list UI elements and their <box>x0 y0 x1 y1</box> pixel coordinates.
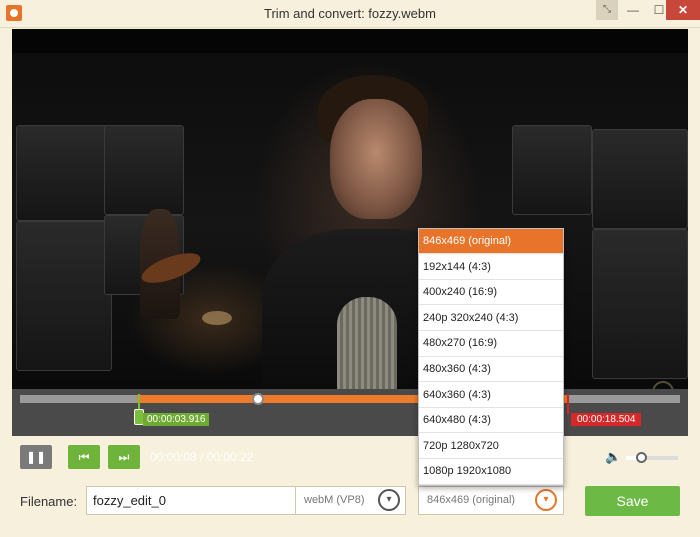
resolution-option[interactable]: 640x360 (4:3) <box>419 383 563 408</box>
amp-cabinet <box>16 221 112 371</box>
resolution-option[interactable]: 480x270 (16:9) <box>419 331 563 357</box>
format-value: webM (VP8) <box>304 494 365 506</box>
resolution-option[interactable]: 720p 1280x720 <box>419 434 563 460</box>
resolution-option[interactable]: 192x144 (4:3) <box>419 255 563 280</box>
time-display: 00:00:08 / 00:00:22 <box>150 450 254 464</box>
video-frame[interactable] <box>12 29 688 389</box>
expand-icon[interactable]: ⤡ <box>596 0 618 20</box>
resolution-option[interactable]: 480x360 (4:3) <box>419 357 563 383</box>
volume-knob[interactable] <box>635 452 647 463</box>
set-start-button[interactable]: ⏮ <box>68 445 100 469</box>
save-button[interactable]: Save <box>585 486 680 516</box>
resolution-option[interactable]: 400x240 (16:9) <box>419 280 563 306</box>
resolution-option[interactable]: 240p 320x240 (4:3) <box>419 306 563 332</box>
playhead-handle[interactable] <box>252 393 264 405</box>
resolution-dropdown: 846x469 (original) 192x144 (4:3) 400x240 (… <box>418 228 564 486</box>
resolution-option[interactable]: 846x469 (original) <box>419 229 563 255</box>
skip-back-icon: ⏮ <box>78 450 90 464</box>
pause-button[interactable]: ❚❚ <box>20 445 52 469</box>
amp-cabinet <box>512 125 592 215</box>
window-title: Trim and convert: fozzy.webm <box>264 6 436 21</box>
resolution-value: 846x469 (original) <box>427 494 516 506</box>
chevron-down-icon[interactable]: ▾ <box>378 489 400 511</box>
microphone <box>337 297 397 389</box>
filename-input[interactable] <box>86 486 295 515</box>
amp-cabinet <box>16 125 112 221</box>
filename-label: Filename: <box>20 494 78 509</box>
resolution-option[interactable]: 640x480 (4:3) <box>419 408 563 434</box>
amp-cabinet <box>592 129 688 229</box>
pause-icon: ❚❚ <box>25 450 47 464</box>
amp-cabinet <box>104 125 184 215</box>
close-button[interactable]: ✕ <box>666 0 700 20</box>
minimize-button[interactable]: — <box>620 0 646 20</box>
chevron-down-icon[interactable]: ▾ <box>535 489 557 511</box>
volume-icon[interactable]: 🔈 <box>605 449 621 465</box>
title-bar: Trim and convert: fozzy.webm ⤡ — ☐ ✕ <box>0 0 700 28</box>
singer-face <box>330 99 422 219</box>
skip-forward-icon: ⏭ <box>118 450 130 464</box>
letterbox <box>12 29 688 53</box>
amp-cabinet <box>592 229 688 379</box>
trim-start-time: 00:00:03.916 <box>143 413 210 426</box>
watermark-icon <box>652 381 674 389</box>
resolution-option[interactable]: 1080p 1920x1080 <box>419 459 563 485</box>
floor-light <box>202 311 232 325</box>
set-end-button[interactable]: ⏭ <box>108 445 140 469</box>
trim-end-time: 00:00:18.504 <box>571 413 642 426</box>
trim-end-marker[interactable] <box>567 394 569 414</box>
video-player: 00:00:03.916 00:00:18.504 ❚❚ ⏮ ⏭ 00:00:0… <box>12 29 688 469</box>
